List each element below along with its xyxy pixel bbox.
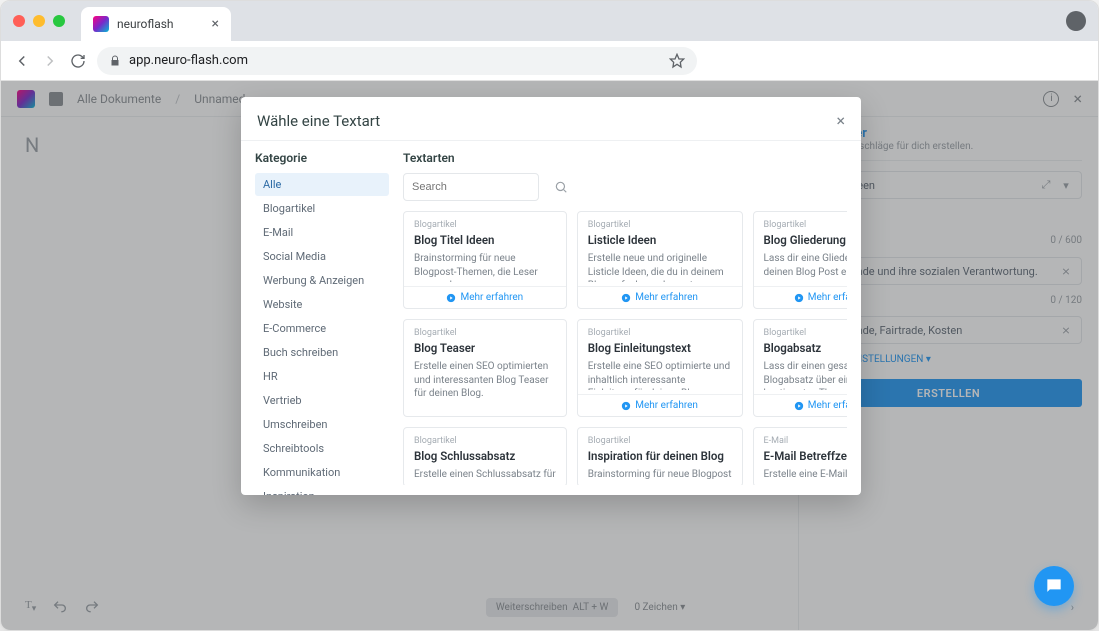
category-item[interactable]: Alle [255,173,389,196]
category-item[interactable]: Social Media [255,245,389,268]
card-category: Blogartikel [414,436,556,446]
category-item[interactable]: Blogartikel [255,197,389,220]
browser-tab[interactable]: neuroflash × [81,7,231,41]
card-description: Brainstorming für neue Blogpost [588,468,732,480]
card-category: Blogartikel [588,436,732,446]
card-description: Erstelle einen SEO optimierten und inter… [414,360,556,416]
modal-title: Wähle eine Textart [257,112,380,130]
texttype-card[interactable]: Blogartikel Listicle Ideen Erstelle neue u… [577,211,743,309]
card-learn-more[interactable]: Mehr erfahren [754,286,848,308]
card-title: Blog Einleitungstext [588,341,732,355]
card-category: Blogartikel [414,328,556,338]
card-learn-more[interactable]: Mehr erfahren [754,394,848,416]
card-description: Erstelle neue und originelle Listicle Id… [588,252,732,282]
texttype-modal: Wähle eine Textart × Kategorie AlleBloga… [241,97,861,495]
card-category: Blogartikel [588,328,732,338]
card-title: Blog Gliederung [764,233,848,247]
modal-close-icon[interactable]: × [836,111,845,130]
category-item[interactable]: Werbung & Anzeigen [255,269,389,292]
texttype-card[interactable]: Blogartikel Blog Einleitungstext Erstelle … [577,319,743,417]
card-category: Blogartikel [414,220,556,230]
window-zoom[interactable] [53,15,65,27]
card-description: Lass dir einen gesamten Blogabsatz über … [764,360,848,390]
category-item[interactable]: Schreibtools [255,437,389,460]
search-input[interactable] [403,173,539,201]
lock-icon [109,55,121,67]
category-item[interactable]: Kommunikation [255,461,389,484]
card-title: Listicle Ideen [588,233,732,247]
window-close[interactable] [13,15,25,27]
url-input[interactable]: app.neuro-flash.com [97,47,697,75]
card-category: Blogartikel [588,220,732,230]
texttype-card[interactable]: Blogartikel Blogabsatz Lass dir einen gesa… [753,319,848,417]
card-description: Erstelle eine SEO optimierte und inhaltl… [588,360,732,390]
card-title: Inspiration für deinen Blog [588,449,732,463]
category-item[interactable]: Website [255,293,389,316]
card-category: E-Mail [764,436,848,446]
nav-back-icon[interactable] [13,52,31,70]
bookmark-star-icon[interactable] [669,53,685,69]
window-controls [13,15,65,27]
card-learn-more[interactable]: Mehr erfahren [578,394,742,416]
window-minimize[interactable] [33,15,45,27]
tab-close-icon[interactable]: × [212,17,219,31]
texttype-card[interactable]: Blogartikel Blog Schlussabsatz Erstelle ei… [403,427,567,485]
texttype-card[interactable]: E-Mail E-Mail Betreffzeile Erstelle eine E… [753,427,848,485]
search-field[interactable] [412,181,554,193]
category-heading: Kategorie [255,151,389,165]
category-item[interactable]: Inspiration [255,485,389,495]
types-heading: Textarten [403,151,847,165]
search-icon [554,180,568,194]
card-learn-more[interactable]: Mehr erfahren [404,286,566,308]
card-category: Blogartikel [764,328,848,338]
category-item[interactable]: HR [255,365,389,388]
tab-title: neuroflash [117,17,204,31]
category-item[interactable]: Buch schreiben [255,341,389,364]
card-category: Blogartikel [764,220,848,230]
card-title: Blogabsatz [764,341,848,355]
nav-reload-icon[interactable] [69,52,87,70]
card-description: Brainstorming für neue Blogpost-Themen, … [414,252,556,282]
card-description: Erstelle eine E-Mail Betreffzeile [764,468,848,480]
card-description: Erstelle einen Schlussabsatz für [414,468,556,480]
help-bubble[interactable] [1034,566,1074,606]
texttype-card[interactable]: Blogartikel Blog Titel Ideen Brainstorming… [403,211,567,309]
card-description: Lass dir eine Gliederung für deinen Blog… [764,252,848,282]
url-text: app.neuro-flash.com [129,53,248,68]
card-title: Blog Titel Ideen [414,233,556,247]
texttype-card[interactable]: Blogartikel Blog Teaser Erstelle einen SEO… [403,319,567,417]
extension-icon[interactable] [1066,11,1086,31]
nav-forward-icon [41,52,59,70]
card-title: E-Mail Betreffzeile [764,449,848,463]
browser-address-bar: app.neuro-flash.com [1,41,1098,81]
category-item[interactable]: E-Commerce [255,317,389,340]
texttype-card[interactable]: Blogartikel Blog Gliederung Lass dir eine … [753,211,848,309]
category-item[interactable]: Vertrieb [255,389,389,412]
card-learn-more[interactable]: Mehr erfahren [578,286,742,308]
category-item[interactable]: E-Mail [255,221,389,244]
card-title: Blog Teaser [414,341,556,355]
card-title: Blog Schlussabsatz [414,449,556,463]
category-item[interactable]: Umschreiben [255,413,389,436]
browser-tabbar: neuroflash × [1,1,1098,41]
texttype-card[interactable]: Blogartikel Inspiration für deinen Blog Br… [577,427,743,485]
tab-favicon [93,16,109,32]
